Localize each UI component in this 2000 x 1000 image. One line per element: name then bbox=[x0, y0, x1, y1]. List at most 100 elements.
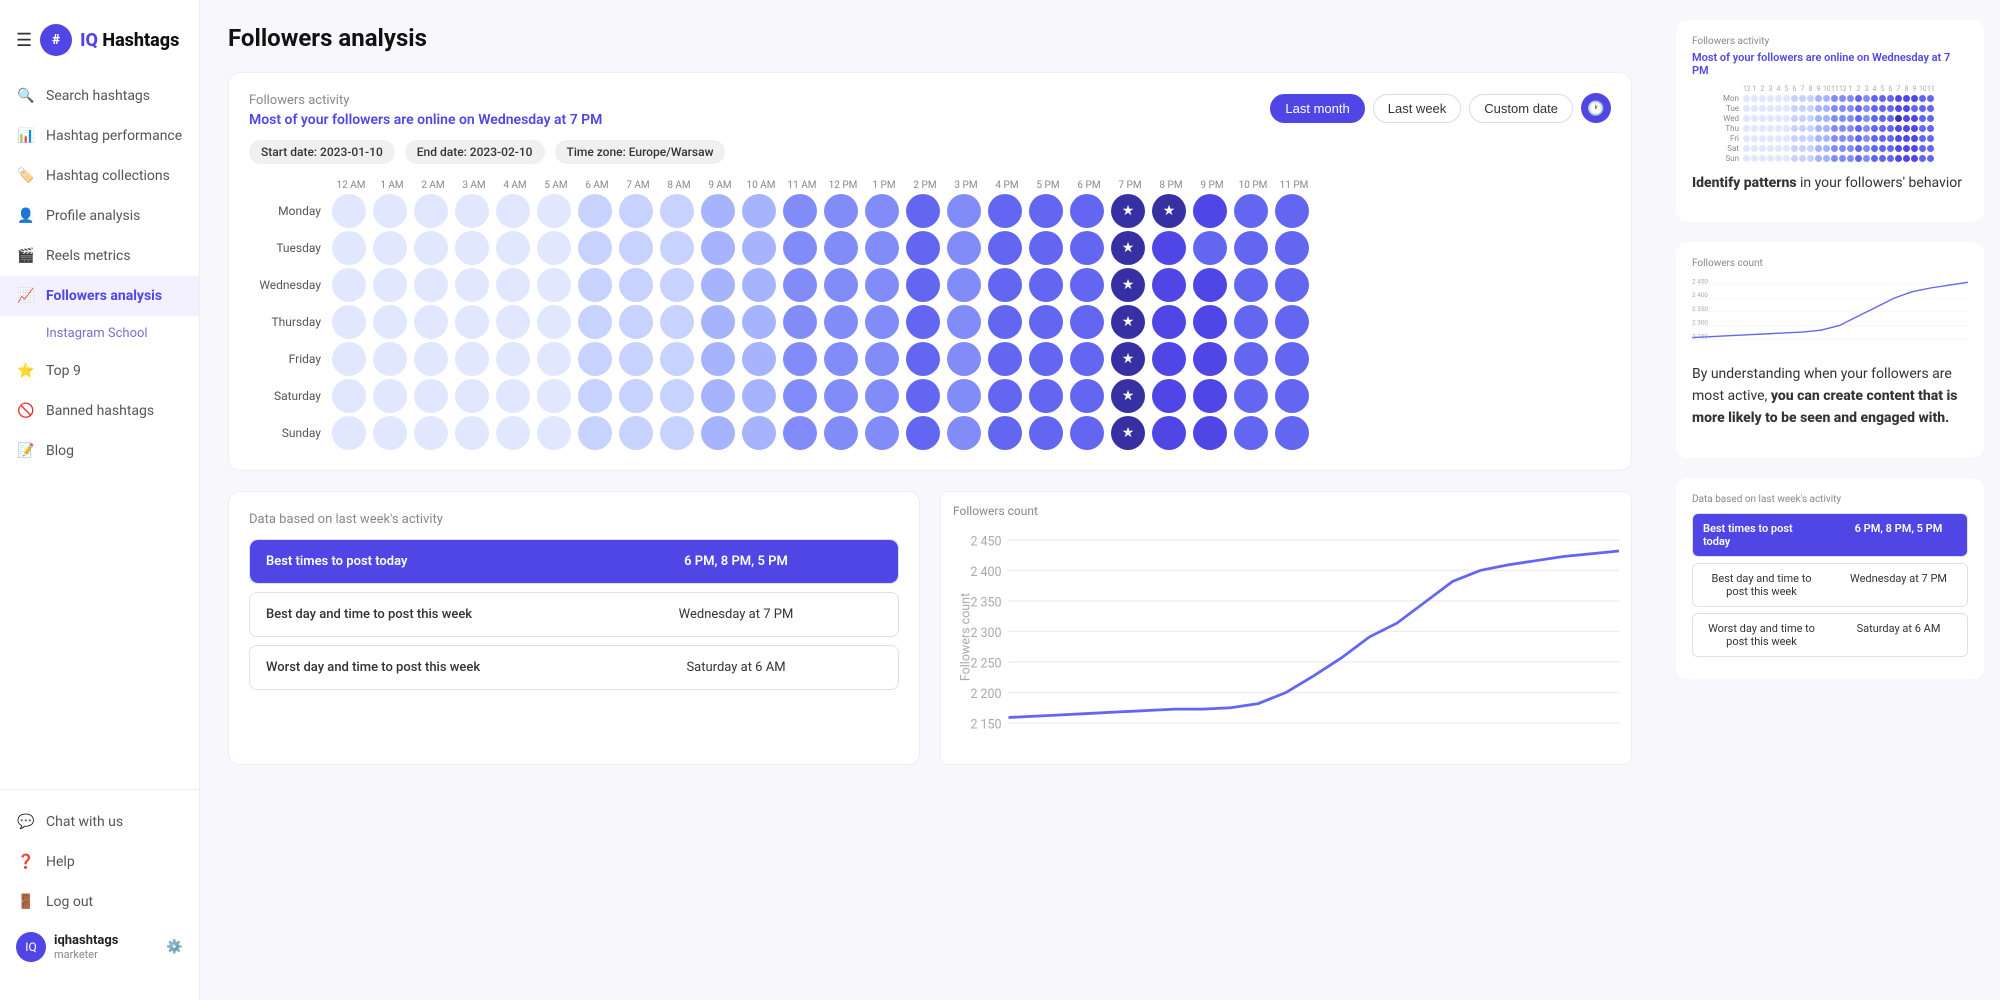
followers-icon: 📈 bbox=[16, 286, 36, 306]
user-role: marketer bbox=[54, 948, 118, 961]
settings-button[interactable]: ⚙️ bbox=[166, 939, 183, 955]
mini-heatmap-grid: 121234567891011121234567891011MonTueWedT… bbox=[1692, 85, 1968, 163]
heatmap-cell-3-17 bbox=[1029, 305, 1063, 339]
heatmap-cell-2-15 bbox=[947, 268, 981, 302]
sidebar-item-blog[interactable]: 📝 Blog bbox=[0, 431, 199, 471]
heatmap-cell-0-1 bbox=[373, 194, 407, 228]
sidebar-item-label: Reels metrics bbox=[46, 248, 131, 264]
heatmap-cell-4-21 bbox=[1193, 342, 1227, 376]
heatmap-cell-2-10 bbox=[742, 268, 776, 302]
heatmap-cell-0-22 bbox=[1234, 194, 1268, 228]
heatmap-cell-3-0 bbox=[332, 305, 366, 339]
heatmap-cell-1-19: ★ bbox=[1111, 231, 1145, 265]
heatmap-cell-2-22 bbox=[1234, 268, 1268, 302]
heatmap-cell-5-3 bbox=[455, 379, 489, 413]
hamburger-icon[interactable]: ☰ bbox=[16, 30, 32, 51]
svg-text:2 350: 2 350 bbox=[970, 595, 1001, 610]
heatmap-cell-2-21 bbox=[1193, 268, 1227, 302]
heatmap-cell-4-9 bbox=[701, 342, 735, 376]
sidebar-item-instagram-school[interactable]: Instagram School bbox=[0, 316, 199, 351]
svg-text:2 300: 2 300 bbox=[970, 626, 1001, 641]
heatmap-cell-1-16 bbox=[988, 231, 1022, 265]
last-week-button[interactable]: Last week bbox=[1373, 94, 1462, 123]
promo-heading-rest: in your followers' behavior bbox=[1800, 175, 1962, 191]
user-info: iqhashtags marketer bbox=[54, 933, 118, 961]
mini-data-title: Data based on last week's activity bbox=[1692, 494, 1968, 505]
heatmap-cell-1-13 bbox=[865, 231, 899, 265]
sidebar-item-logout[interactable]: 🚪 Log out bbox=[0, 882, 199, 922]
filter-buttons: Last month Last week Custom date 🕐 bbox=[1270, 93, 1611, 123]
heatmap-cell-2-7 bbox=[619, 268, 653, 302]
sidebar-item-reels-metrics[interactable]: 🎬 Reels metrics bbox=[0, 236, 199, 276]
heatmap-cell-5-14 bbox=[906, 379, 940, 413]
sidebar-item-hashtag-collections[interactable]: 🏷️ Hashtag collections bbox=[0, 156, 199, 196]
heatmap-cell-2-5 bbox=[537, 268, 571, 302]
sidebar-item-label: Help bbox=[46, 854, 75, 870]
heatmap-cell-6-22 bbox=[1234, 416, 1268, 450]
heatmap-cell-4-11 bbox=[783, 342, 817, 376]
custom-date-button[interactable]: Custom date bbox=[1469, 94, 1573, 123]
main-content: Followers analysis Followers activity Mo… bbox=[200, 0, 1660, 1000]
blog-icon: 📝 bbox=[16, 441, 36, 461]
sidebar-item-followers-analysis[interactable]: 📈 Followers analysis bbox=[0, 276, 199, 316]
heatmap-cell-0-6 bbox=[578, 194, 612, 228]
heatmap-cell-0-5 bbox=[537, 194, 571, 228]
worst-day-week-label: Worst day and time to post this week bbox=[250, 646, 574, 689]
chart-icon: 📊 bbox=[16, 126, 36, 146]
sidebar-item-hashtag-performance[interactable]: 📊 Hashtag performance bbox=[0, 116, 199, 156]
mini-worst-day-value: Saturday at 6 AM bbox=[1830, 614, 1967, 656]
heatmap-cell-1-21 bbox=[1193, 231, 1227, 265]
heatmap-cell-4-7 bbox=[619, 342, 653, 376]
svg-text:2 250: 2 250 bbox=[970, 657, 1001, 672]
sidebar-item-help[interactable]: ❓ Help bbox=[0, 842, 199, 882]
heatmap-cell-2-2 bbox=[414, 268, 448, 302]
heatmap-cell-5-5 bbox=[537, 379, 571, 413]
sidebar-item-search[interactable]: 🔍 Search hashtags bbox=[0, 76, 199, 116]
sidebar-item-top9[interactable]: ⭐ Top 9 bbox=[0, 351, 199, 391]
followers-activity-card: Followers activity Most of your follower… bbox=[228, 72, 1632, 471]
star-icon: ⭐ bbox=[16, 361, 36, 381]
search-icon: 🔍 bbox=[16, 86, 36, 106]
heatmap-cell-3-15 bbox=[947, 305, 981, 339]
mini-highlight-label: Most of your followers are online on Wed… bbox=[1692, 51, 1968, 77]
heatmap-cell-4-17 bbox=[1029, 342, 1063, 376]
help-icon: ❓ bbox=[16, 852, 36, 872]
svg-text:2 400: 2 400 bbox=[970, 565, 1001, 580]
heatmap-cell-5-2 bbox=[414, 379, 448, 413]
page-title: Followers analysis bbox=[228, 24, 1632, 52]
heatmap-cell-6-6 bbox=[578, 416, 612, 450]
sidebar-item-profile-analysis[interactable]: 👤 Profile analysis bbox=[0, 196, 199, 236]
heatmap-cell-0-21 bbox=[1193, 194, 1227, 228]
promo-heading: Identify patterns in your followers' beh… bbox=[1692, 173, 1968, 194]
last-month-button[interactable]: Last month bbox=[1270, 94, 1364, 123]
heatmap-container: 12 AM1 AM2 AM3 AM4 AM5 AM6 AM7 AM8 AM9 A… bbox=[249, 180, 1611, 450]
heatmap-cell-0-14 bbox=[906, 194, 940, 228]
svg-text:2 150: 2 150 bbox=[970, 718, 1001, 733]
heatmap-cell-3-16 bbox=[988, 305, 1022, 339]
sidebar-item-label: Hashtag performance bbox=[46, 128, 182, 144]
heatmap-cell-5-1 bbox=[373, 379, 407, 413]
heatmap-cell-1-5 bbox=[537, 231, 571, 265]
followers-count-chart: Followers count 2 450 2 400 2 350 2 300 … bbox=[940, 491, 1632, 765]
heatmap-cell-2-20 bbox=[1152, 268, 1186, 302]
sidebar: ☰ # IQ Hashtags 🔍 Search hashtags 📊 Hash… bbox=[0, 0, 200, 1000]
heatmap-cell-5-19: ★ bbox=[1111, 379, 1145, 413]
heatmap-cell-4-14 bbox=[906, 342, 940, 376]
data-table-card: Data based on last week's activity Best … bbox=[228, 491, 920, 765]
heatmap-cell-0-9 bbox=[701, 194, 735, 228]
chat-icon: 💬 bbox=[16, 812, 36, 832]
heatmap-cell-1-9 bbox=[701, 231, 735, 265]
svg-text:2 450: 2 450 bbox=[970, 534, 1001, 549]
end-date-tag: End date: 2023-02-10 bbox=[405, 140, 545, 164]
heatmap-cell-5-8 bbox=[660, 379, 694, 413]
heatmap-cell-3-2 bbox=[414, 305, 448, 339]
sidebar-item-chat[interactable]: 💬 Chat with us bbox=[0, 802, 199, 842]
username: iqhashtags bbox=[54, 933, 118, 948]
clock-icon-button[interactable]: 🕐 bbox=[1581, 93, 1611, 123]
heatmap-cell-1-15 bbox=[947, 231, 981, 265]
data-row-2: Worst day and time to post this week Sat… bbox=[249, 645, 899, 690]
heatmap-cell-2-0 bbox=[332, 268, 366, 302]
sidebar-item-banned-hashtags[interactable]: 🚫 Banned hashtags bbox=[0, 391, 199, 431]
card-header-left: Followers activity Most of your follower… bbox=[249, 93, 602, 128]
logo-icon: # bbox=[40, 24, 72, 56]
